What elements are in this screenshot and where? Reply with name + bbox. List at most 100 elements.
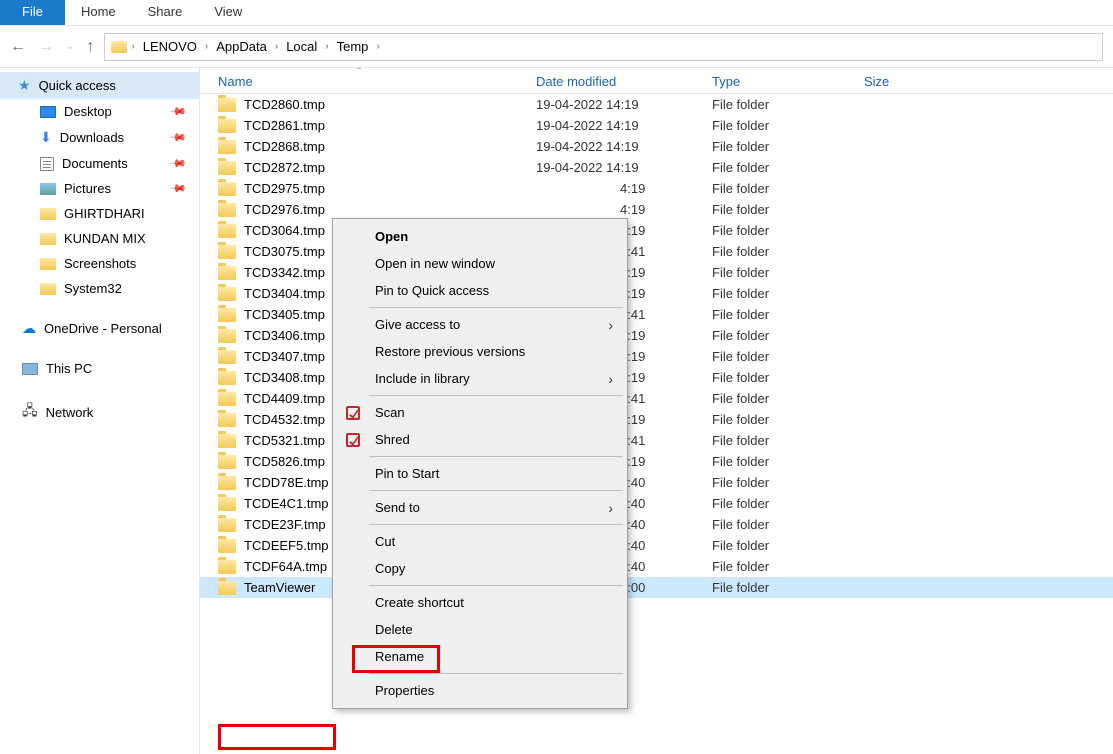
folder-icon [218, 287, 236, 301]
ctx-give-access[interactable]: Give access to› [335, 311, 625, 338]
ctx-scan[interactable]: Scan [335, 399, 625, 426]
sidebar-quick-access[interactable]: ★ Quick access [0, 72, 199, 99]
nav-back-icon[interactable]: ← [10, 38, 26, 56]
sidebar-label: GHIRTDHARI [64, 206, 145, 221]
sidebar-screenshots[interactable]: Screenshots [0, 251, 199, 276]
sidebar-label: Desktop [64, 104, 112, 119]
folder-icon [218, 350, 236, 364]
column-type[interactable]: Type [712, 74, 864, 89]
ctx-pin-quick-access[interactable]: Pin to Quick access [335, 277, 625, 304]
folder-icon [218, 392, 236, 406]
file-name: TCD2976.tmp [244, 202, 325, 217]
nav-up-icon[interactable]: ↑ [86, 38, 94, 56]
sidebar-ghirtdhari[interactable]: GHIRTDHARI [0, 201, 199, 226]
column-name[interactable]: Name [218, 74, 536, 89]
sidebar-label: This PC [46, 361, 92, 376]
folder-icon [218, 518, 236, 532]
pictures-icon [40, 183, 56, 195]
file-row[interactable]: TCD2976.tmp4:19File folder [200, 199, 1113, 220]
file-row[interactable]: TCD2861.tmp19-04-2022 14:19File folder [200, 115, 1113, 136]
chevron-right-icon[interactable]: › [275, 41, 278, 52]
file-name: TCD5826.tmp [244, 454, 325, 469]
file-type-cell: File folder [712, 181, 864, 196]
folder-icon [218, 224, 236, 238]
file-name: TCD3064.tmp [244, 223, 325, 238]
ctx-shred[interactable]: Shred [335, 426, 625, 453]
chevron-right-icon[interactable]: › [325, 41, 328, 52]
sidebar-pictures[interactable]: Pictures 📌 [0, 176, 199, 201]
ribbon-tab-home[interactable]: Home [65, 0, 132, 25]
sidebar-label: Quick access [39, 78, 116, 93]
sidebar-label: Screenshots [64, 256, 136, 271]
folder-icon [218, 329, 236, 343]
file-row[interactable]: TCD2872.tmp19-04-2022 14:19File folder [200, 157, 1113, 178]
crumb-temp[interactable]: Temp [333, 37, 373, 56]
ctx-copy[interactable]: Copy [335, 555, 625, 582]
file-name: TCD4409.tmp [244, 391, 325, 406]
file-row[interactable]: TCD2868.tmp19-04-2022 14:19File folder [200, 136, 1113, 157]
sidebar-this-pc[interactable]: This PC [0, 356, 199, 381]
folder-icon [40, 258, 56, 270]
documents-icon [40, 157, 54, 171]
file-date-cell: 19-04-2022 14:19 [536, 160, 712, 175]
ribbon-tab-view[interactable]: View [198, 0, 258, 25]
chevron-right-icon[interactable]: › [376, 41, 379, 52]
column-headers: ⌃ Name Date modified Type Size [200, 68, 1113, 94]
ctx-pin-start[interactable]: Pin to Start [335, 460, 625, 487]
folder-icon [218, 581, 236, 595]
sidebar-downloads[interactable]: ⬇ Downloads 📌 [0, 124, 199, 151]
column-date[interactable]: Date modified [536, 74, 712, 89]
file-name: TCDD78E.tmp [244, 475, 329, 490]
sidebar-onedrive[interactable]: ☁ OneDrive - Personal [0, 315, 199, 342]
ctx-include-library[interactable]: Include in library› [335, 365, 625, 392]
sidebar-label: Pictures [64, 181, 111, 196]
pin-icon: 📌 [169, 154, 188, 173]
ctx-label: Give access to [375, 317, 460, 332]
folder-icon [218, 455, 236, 469]
folder-icon [218, 203, 236, 217]
crumb-lenovo[interactable]: LENOVO [139, 37, 201, 56]
sidebar-desktop[interactable]: Desktop 📌 [0, 99, 199, 124]
column-size[interactable]: Size [864, 74, 964, 89]
crumb-local[interactable]: Local [282, 37, 321, 56]
ctx-create-shortcut[interactable]: Create shortcut [335, 589, 625, 616]
file-type-cell: File folder [712, 580, 864, 595]
downloads-icon: ⬇ [40, 129, 52, 146]
file-name: TCDF64A.tmp [244, 559, 327, 574]
separator [369, 490, 623, 491]
ribbon-tab-share[interactable]: Share [132, 0, 199, 25]
ctx-cut[interactable]: Cut [335, 528, 625, 555]
folder-icon [40, 283, 56, 295]
sidebar-network[interactable]: 🖧 Network [0, 395, 199, 429]
desktop-icon [40, 106, 56, 118]
crumb-appdata[interactable]: AppData [212, 37, 271, 56]
ctx-send-to[interactable]: Send to› [335, 494, 625, 521]
sidebar-documents[interactable]: Documents 📌 [0, 151, 199, 176]
sidebar-label: Documents [62, 156, 128, 171]
nav-forward-icon: → [38, 38, 54, 56]
file-name-cell: TCD2860.tmp [218, 97, 536, 112]
file-row[interactable]: TCD2860.tmp19-04-2022 14:19File folder [200, 94, 1113, 115]
sidebar-system32[interactable]: System32 [0, 276, 199, 301]
ctx-properties[interactable]: Properties [335, 677, 625, 704]
file-type-cell: File folder [712, 160, 864, 175]
chevron-right-icon[interactable]: › [131, 41, 134, 52]
chevron-right-icon[interactable]: › [205, 41, 208, 52]
file-date-cell: 4:19 [536, 202, 712, 217]
file-row[interactable]: TCD2975.tmp4:19File folder [200, 178, 1113, 199]
nav-dropdown-icon[interactable]: ⌄ [66, 41, 74, 52]
file-type-cell: File folder [712, 454, 864, 469]
ctx-restore-versions[interactable]: Restore previous versions [335, 338, 625, 365]
folder-icon [218, 140, 236, 154]
ctx-open[interactable]: Open [335, 223, 625, 250]
ctx-rename[interactable]: Rename [335, 643, 625, 670]
pin-icon: 📌 [169, 179, 188, 198]
folder-icon [218, 560, 236, 574]
ribbon-tab-file[interactable]: File [0, 0, 65, 25]
breadcrumb[interactable]: › LENOVO › AppData › Local › Temp › [104, 33, 1103, 61]
sidebar-kundan-mix[interactable]: KUNDAN MIX [0, 226, 199, 251]
folder-icon [40, 208, 56, 220]
ctx-delete[interactable]: Delete [335, 616, 625, 643]
file-type-cell: File folder [712, 412, 864, 427]
ctx-open-new-window[interactable]: Open in new window [335, 250, 625, 277]
